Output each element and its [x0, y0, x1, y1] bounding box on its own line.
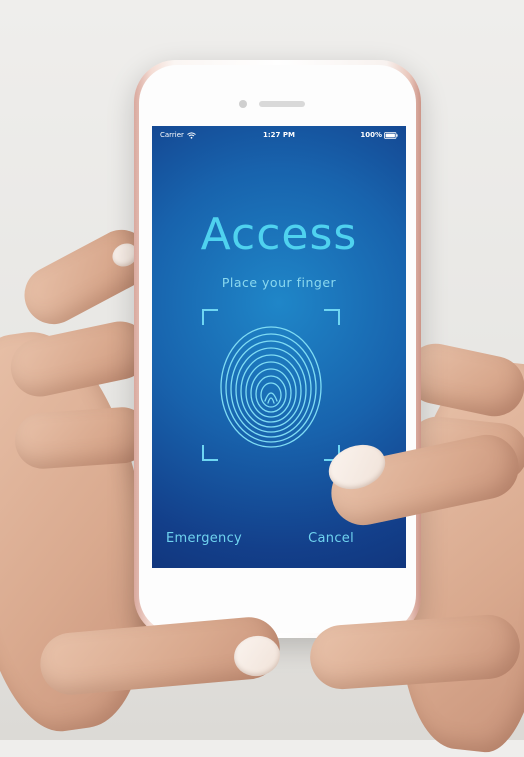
battery-indicator: 100% [360, 131, 398, 139]
scan-corner-bottom-left [202, 445, 218, 461]
battery-icon [384, 131, 398, 139]
scan-corner-top-left [202, 309, 218, 325]
status-bar: Carrier 1:27 PM 100% [152, 126, 406, 144]
scan-corner-top-right [324, 309, 340, 325]
front-camera [239, 100, 247, 108]
place-finger-prompt: Place your finger [221, 275, 337, 290]
earpiece [259, 101, 305, 107]
cancel-button[interactable]: Cancel [308, 531, 354, 546]
emergency-button[interactable]: Emergency [166, 531, 242, 546]
left-ring-finger [13, 405, 152, 471]
fingerprint-scan-area[interactable] [202, 309, 340, 461]
battery-percent: 100% [360, 131, 382, 139]
fingerprint-icon [218, 321, 324, 449]
photo-scene: Carrier 1:27 PM 100% Access Place your f… [0, 0, 524, 757]
access-title: Access [200, 209, 358, 260]
